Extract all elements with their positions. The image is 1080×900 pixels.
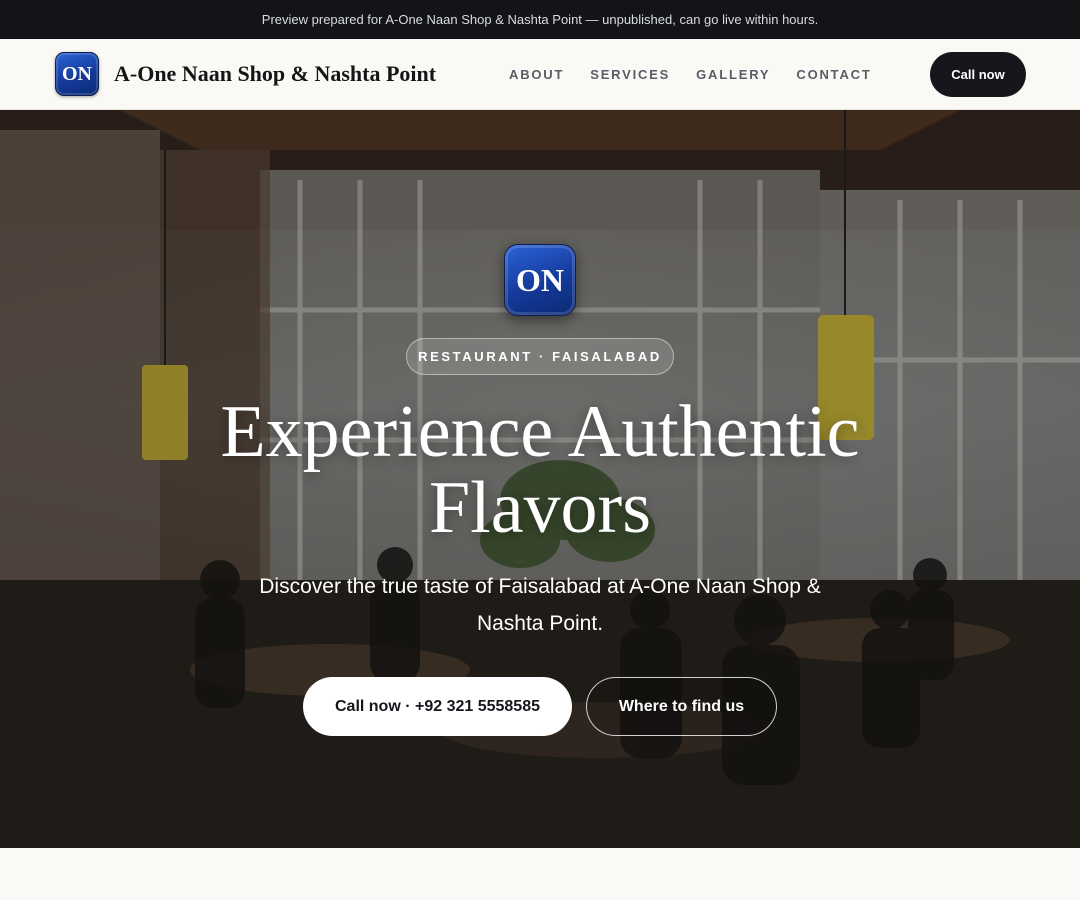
preview-banner: Preview prepared for A-One Naan Shop & N… [0, 0, 1080, 39]
call-phone-button[interactable]: Call now · +92 321 5558585 [303, 677, 572, 736]
hero-content: ON RESTAURANT · FAISALABAD Experience Au… [0, 110, 1080, 848]
preview-banner-text: Preview prepared for A-One Naan Shop & N… [261, 12, 819, 27]
nav-about[interactable]: ABOUT [509, 67, 564, 82]
call-now-button[interactable]: Call now [930, 51, 1026, 97]
nav-contact[interactable]: CONTACT [796, 67, 871, 82]
nav-services[interactable]: SERVICES [590, 67, 670, 82]
hero-subtitle: Discover the true taste of Faisalabad at… [259, 575, 821, 635]
main-nav: ABOUT SERVICES GALLERY CONTACT [509, 39, 898, 110]
brand-logo[interactable]: ON [55, 52, 99, 96]
find-us-button[interactable]: Where to find us [586, 677, 777, 736]
category-pill: RESTAURANT · FAISALABAD [406, 338, 674, 375]
hero-section: ON RESTAURANT · FAISALABAD Experience Au… [0, 110, 1080, 848]
site-header: ON A-One Naan Shop & Nashta Point ABOUT … [0, 39, 1080, 110]
brand-name[interactable]: A-One Naan Shop & Nashta Point [114, 61, 436, 87]
hero-title: Experience Authentic Flavors [220, 391, 860, 549]
nav-gallery[interactable]: GALLERY [696, 67, 770, 82]
hero-logo: ON [504, 244, 576, 316]
